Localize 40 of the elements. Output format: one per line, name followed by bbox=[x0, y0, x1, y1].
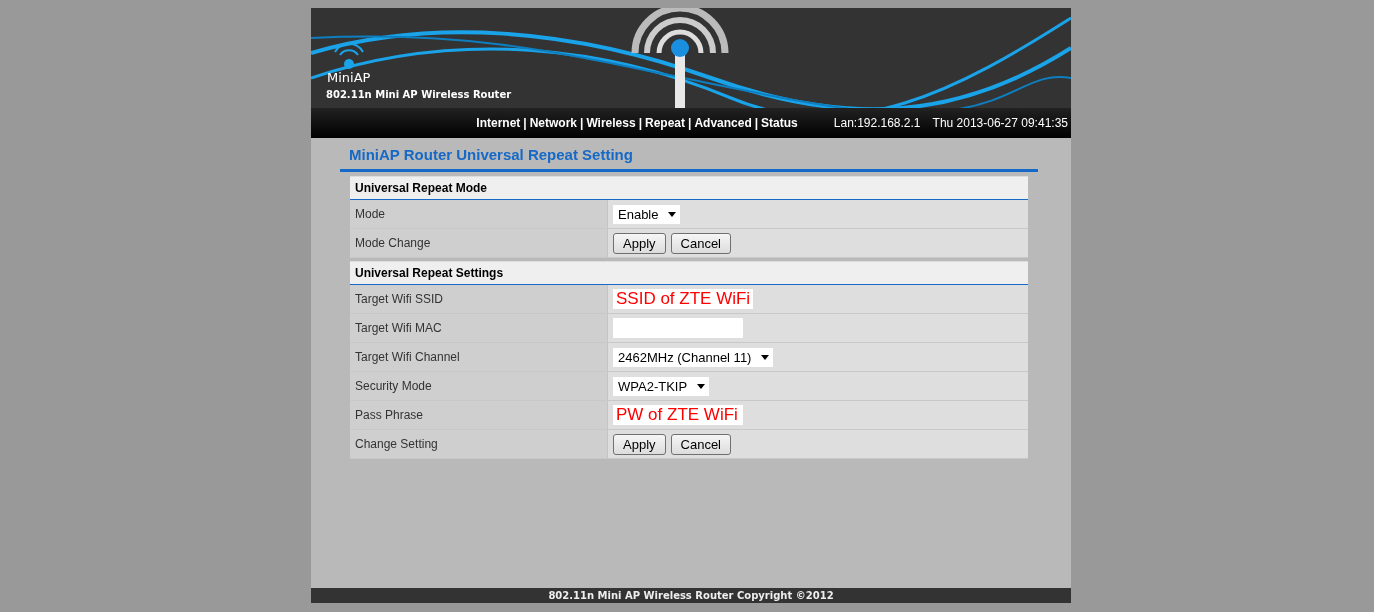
field-label: Mode bbox=[350, 200, 608, 228]
nav-link[interactable]: Repeat bbox=[645, 116, 686, 130]
nav-separator: | bbox=[754, 116, 759, 130]
field-label: Security Mode bbox=[350, 372, 608, 400]
form-button[interactable]: Cancel bbox=[670, 433, 731, 455]
dropdown[interactable]: WPA2-TKIP bbox=[613, 376, 710, 396]
input-field[interactable]: PW of ZTE WiFi bbox=[613, 405, 743, 425]
page-title: MiniAP Router Universal Repeat Setting bbox=[340, 146, 1038, 172]
caret-icon bbox=[761, 354, 770, 360]
input-field[interactable]: SSID of ZTE WiFi bbox=[613, 289, 754, 309]
field-label: Mode Change bbox=[350, 229, 608, 257]
copyright-text: 802.11n Mini AP Wireless Router Copyright ©2012 bbox=[548, 590, 834, 601]
field-label: Target Wifi Channel bbox=[350, 343, 608, 371]
nav-link[interactable]: Status bbox=[761, 116, 798, 130]
nav-separator: | bbox=[580, 116, 584, 130]
caret-icon bbox=[697, 383, 706, 389]
form-button[interactable]: Apply bbox=[613, 232, 666, 254]
form-button[interactable]: Cancel bbox=[670, 232, 731, 254]
nav-link[interactable]: Internet bbox=[476, 116, 521, 130]
field-label: Pass Phrase bbox=[350, 401, 608, 429]
section-header: Universal Repeat Settings bbox=[350, 261, 1028, 285]
input-field[interactable] bbox=[613, 318, 743, 338]
field-label: Change Setting bbox=[350, 430, 608, 458]
brand-subtitle: 802.11n Mini AP Wireless Router bbox=[326, 89, 512, 100]
form-button[interactable]: Apply bbox=[613, 433, 666, 455]
lan-address: Lan:192.168.2.1 bbox=[833, 116, 921, 130]
field-label: Target Wifi MAC bbox=[350, 314, 608, 342]
section-header: Universal Repeat Mode bbox=[350, 176, 1028, 200]
field-label: Target Wifi SSID bbox=[350, 285, 608, 313]
caret-icon bbox=[668, 211, 677, 217]
dropdown[interactable]: Enable bbox=[613, 204, 681, 224]
dropdown[interactable]: 2462MHz (Channel 11) bbox=[613, 347, 774, 367]
brand-name: MiniAP bbox=[327, 70, 371, 85]
nav-link[interactable]: Wireless bbox=[586, 116, 636, 130]
nav-link[interactable]: Network bbox=[529, 116, 578, 130]
date-time: Thu 2013-06-27 09:41:35 bbox=[932, 116, 1068, 130]
nav-separator: | bbox=[638, 116, 642, 130]
nav-separator: | bbox=[688, 116, 692, 130]
nav-separator: | bbox=[523, 116, 527, 130]
nav-link[interactable]: Advanced bbox=[694, 116, 752, 130]
